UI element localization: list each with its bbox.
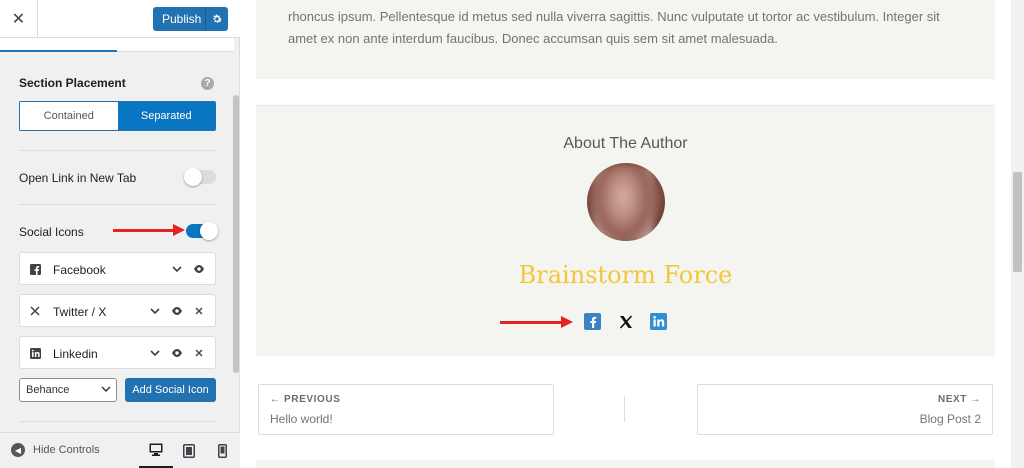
hide-controls-label: Hide Controls xyxy=(33,444,100,456)
customizer-sidebar: ✕ Publish Section Placement ? Contained … xyxy=(0,0,240,468)
contained-option[interactable]: Contained xyxy=(20,102,118,130)
author-avatar xyxy=(587,163,665,241)
footer-strip xyxy=(256,460,995,468)
open-link-new-tab-toggle[interactable] xyxy=(184,168,216,186)
nav-divider xyxy=(624,396,625,422)
desktop-icon xyxy=(149,443,163,456)
publish-label: Publish xyxy=(162,12,202,26)
linkedin-icon xyxy=(29,347,41,359)
author-social-links xyxy=(584,313,667,330)
divider xyxy=(19,421,216,422)
preview-scrollbar[interactable] xyxy=(1011,0,1024,468)
author-box-heading: About The Author xyxy=(563,135,688,152)
scrollbar-thumb[interactable] xyxy=(1013,172,1022,272)
active-tab-indicator xyxy=(0,50,117,52)
panel-tabs[interactable] xyxy=(0,38,234,52)
x-icon[interactable] xyxy=(617,313,634,330)
open-link-new-tab-label: Open Link in New Tab xyxy=(19,171,137,185)
previous-label: ← PREVIOUS xyxy=(270,394,341,405)
social-item-name: Twitter / X xyxy=(53,305,107,319)
social-icons-toggle[interactable] xyxy=(186,222,218,240)
customizer-header: ✕ Publish xyxy=(0,0,240,38)
mobile-icon xyxy=(217,444,227,458)
previous-post-link[interactable]: ← PREVIOUS Hello world! xyxy=(258,384,554,435)
author-box: About The Author Brainstorm Force xyxy=(256,105,995,356)
customizer-footer: ◀ Hide Controls xyxy=(0,432,240,468)
post-content-text: rhoncus ipsum. Pellentesque id metus sed… xyxy=(256,0,995,79)
section-placement-label: Section Placement xyxy=(19,76,126,90)
divider xyxy=(19,204,216,205)
toggle-knob xyxy=(200,222,218,240)
visibility-eye-icon[interactable] xyxy=(170,345,184,361)
publish-button[interactable]: Publish xyxy=(153,7,228,31)
next-post-title: Blog Post 2 xyxy=(919,412,981,426)
social-item-facebook[interactable]: Facebook xyxy=(19,252,216,285)
toggle-knob xyxy=(184,168,202,186)
social-item-name: Facebook xyxy=(53,263,106,277)
next-label: NEXT → xyxy=(937,394,981,405)
twitter-x-icon xyxy=(29,305,41,317)
linkedin-icon[interactable] xyxy=(650,313,667,330)
remove-icon[interactable] xyxy=(192,345,206,361)
select-value: Behance xyxy=(26,384,70,396)
hide-controls-button[interactable]: ◀ Hide Controls xyxy=(11,443,100,457)
gear-icon[interactable] xyxy=(205,7,228,31)
social-item-name: Linkedin xyxy=(53,347,98,361)
next-post-link[interactable]: NEXT → Blog Post 2 xyxy=(697,384,993,435)
mobile-preview-button[interactable] xyxy=(205,433,239,468)
annotation-arrow xyxy=(500,316,573,328)
chevron-down-icon[interactable] xyxy=(170,261,184,277)
sidebar-scrollbar[interactable] xyxy=(233,95,239,373)
tablet-icon xyxy=(183,444,195,458)
close-customizer-button[interactable]: ✕ xyxy=(0,0,38,38)
social-item-linkedin[interactable]: Linkedin xyxy=(19,336,216,369)
collapse-arrow-icon: ◀ xyxy=(11,443,25,457)
tablet-preview-button[interactable] xyxy=(172,433,206,468)
social-network-select[interactable]: Behance xyxy=(19,378,117,402)
chevron-down-icon[interactable] xyxy=(148,345,162,361)
desktop-preview-button[interactable] xyxy=(139,433,173,468)
site-preview: rhoncus ipsum. Pellentesque id metus sed… xyxy=(240,0,1011,468)
visibility-eye-icon[interactable] xyxy=(170,303,184,319)
separated-option[interactable]: Separated xyxy=(117,102,215,130)
author-name[interactable]: Brainstorm Force xyxy=(256,261,995,289)
chevron-down-icon[interactable] xyxy=(148,303,162,319)
annotation-arrow xyxy=(113,224,185,236)
divider xyxy=(19,150,216,151)
previous-post-title: Hello world! xyxy=(270,412,333,426)
social-icons-label: Social Icons xyxy=(19,225,84,239)
social-item-twitter-x[interactable]: Twitter / X xyxy=(19,294,216,327)
close-icon: ✕ xyxy=(11,11,26,28)
section-placement-control: Contained Separated xyxy=(19,101,216,131)
add-social-icon-button[interactable]: Add Social Icon xyxy=(125,378,216,402)
help-icon[interactable]: ? xyxy=(201,77,214,90)
facebook-icon xyxy=(29,263,41,275)
chevron-down-icon xyxy=(101,384,111,397)
facebook-icon[interactable] xyxy=(584,313,601,330)
visibility-eye-icon[interactable] xyxy=(192,261,206,277)
remove-icon[interactable] xyxy=(192,303,206,319)
